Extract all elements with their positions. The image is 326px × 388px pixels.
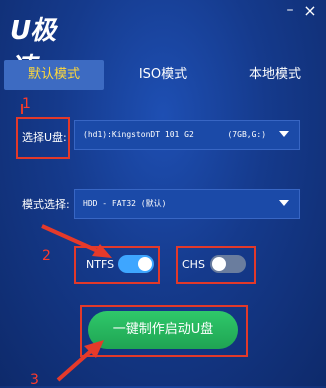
arrow-step-3 bbox=[56, 348, 94, 382]
annotation-arrows bbox=[21, 104, 112, 382]
arrow-step-2 bbox=[41, 224, 101, 254]
